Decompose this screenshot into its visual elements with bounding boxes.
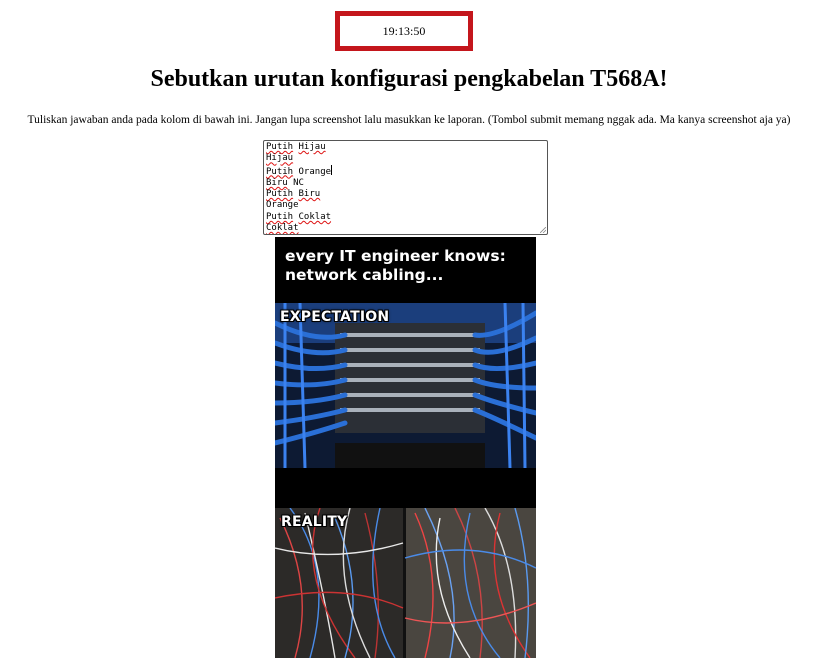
answer-line: Putih Coklat <box>266 212 545 223</box>
reality-photo <box>275 508 536 658</box>
text-caret <box>331 164 333 175</box>
answer-line-7b: Coklat <box>298 211 332 222</box>
answer-line-8: Coklat <box>266 223 299 234</box>
answer-line: Hijau <box>266 153 545 164</box>
instructions-text: Tuliskan jawaban anda pada kolom di bawa… <box>27 114 791 126</box>
answer-line-1b: Hijau <box>298 142 326 152</box>
expectation-photo <box>275 303 536 468</box>
answer-line: Putih Hijau <box>266 142 545 153</box>
page-title: Sebutkan urutan konfigurasi pengkabelan … <box>150 66 668 92</box>
clock-time: 19:13:50 <box>382 23 426 38</box>
page: 19:13:50 Sebutkan urutan konfigurasi pen… <box>0 0 818 662</box>
meme-header-line2: network cabling... <box>285 266 444 284</box>
answer-line-2: Hijau <box>266 153 294 164</box>
answer-line-4a: Biru <box>266 177 288 188</box>
answer-line-3b: Orange <box>298 166 332 177</box>
meme-header: every IT engineer knows: network cabling… <box>285 247 530 285</box>
resize-grip-icon[interactable] <box>540 227 546 233</box>
answer-line: Coklat <box>266 223 545 234</box>
meme-header-line1: every IT engineer knows: <box>285 247 506 265</box>
meme-image: every IT engineer knows: network cabling… <box>275 237 536 658</box>
clock-box: 19:13:50 <box>335 11 473 51</box>
answer-line: Putih Orange <box>266 164 545 178</box>
answer-line-4b: NC <box>293 177 304 188</box>
answer-line-5b: Biru <box>298 189 321 200</box>
answer-textarea[interactable]: Putih Hijau Hijau Putih Orange Biru NC P… <box>263 140 548 235</box>
answer-line-1a: Putih <box>266 142 294 152</box>
answer-line: Biru NC <box>266 178 545 189</box>
answer-line-3a: Putih <box>266 166 294 177</box>
answer-line: Putih Biru <box>266 189 545 200</box>
answer-line-7a: Putih <box>266 211 294 222</box>
expectation-label: EXPECTATION <box>280 309 390 325</box>
reality-label: REALITY <box>281 514 348 530</box>
answer-line: Orange <box>266 200 545 211</box>
answer-line-6: Orange <box>266 200 299 211</box>
answer-line-5a: Putih <box>266 189 294 200</box>
